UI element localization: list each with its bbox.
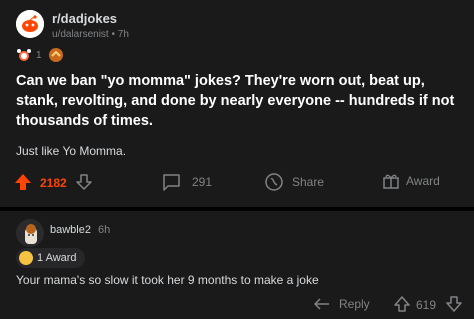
award-button[interactable]: Award (382, 172, 440, 190)
gift-icon (383, 174, 399, 189)
comment-upvote-button[interactable] (394, 295, 410, 313)
vote-count: 2182 (40, 176, 67, 190)
user-avatar-icon (25, 224, 37, 244)
share-icon (265, 173, 283, 191)
post-age: 7h (117, 29, 129, 40)
post-card: r/dadjokes u/dalarsenist • 7h 1 Can we b… (0, 0, 474, 207)
comments-button[interactable]: 291 (162, 173, 212, 191)
downvote-button[interactable] (75, 173, 93, 191)
upvote-button[interactable] (14, 173, 32, 191)
post-title[interactable]: Can we ban "yo momma" jokes? They're wor… (16, 71, 464, 131)
reply-button[interactable]: Reply (313, 296, 370, 312)
post-body: Just like Yo Momma. (16, 144, 127, 158)
post-meta: u/dalarsenist • 7h (52, 29, 129, 40)
reply-icon (314, 298, 329, 310)
comment-card: bawble2 6h 1 Award Your mama's so slow i… (0, 211, 474, 319)
downvote-icon (446, 296, 462, 312)
reply-label: Reply (339, 297, 370, 311)
share-label: Share (292, 175, 325, 189)
comment-vote-count: 619 (416, 298, 437, 312)
comment-avatar[interactable] (16, 219, 44, 247)
downvote-icon (76, 174, 92, 190)
share-button[interactable]: Share (264, 172, 324, 192)
award-label: Award (406, 174, 440, 188)
comment-meta: bawble2 6h (50, 224, 110, 236)
award-icon (48, 48, 63, 62)
reddit-gold-icon (17, 49, 31, 61)
comment-count: 291 (192, 175, 213, 189)
post-username[interactable]: u/dalarsenist (52, 29, 109, 40)
comment-downvote-button[interactable] (446, 295, 462, 313)
comment-text: Your mama's so slow it took her 9 months… (16, 273, 319, 287)
snoo-icon (16, 10, 44, 38)
comment-username[interactable]: bawble2 (50, 224, 91, 236)
award-count: 1 (36, 49, 42, 61)
comment-award-label: 1 Award (37, 252, 77, 264)
comment-icon (163, 174, 180, 191)
award-medal-icon (19, 251, 33, 265)
subreddit-name[interactable]: r/dadjokes (52, 11, 117, 26)
comment-award-badge[interactable]: 1 Award (16, 248, 85, 268)
post-awards[interactable]: 1 (16, 47, 64, 63)
comment-age: 6h (98, 224, 111, 236)
subreddit-avatar[interactable] (16, 10, 44, 38)
upvote-icon (394, 296, 410, 312)
upvote-icon (15, 174, 31, 190)
